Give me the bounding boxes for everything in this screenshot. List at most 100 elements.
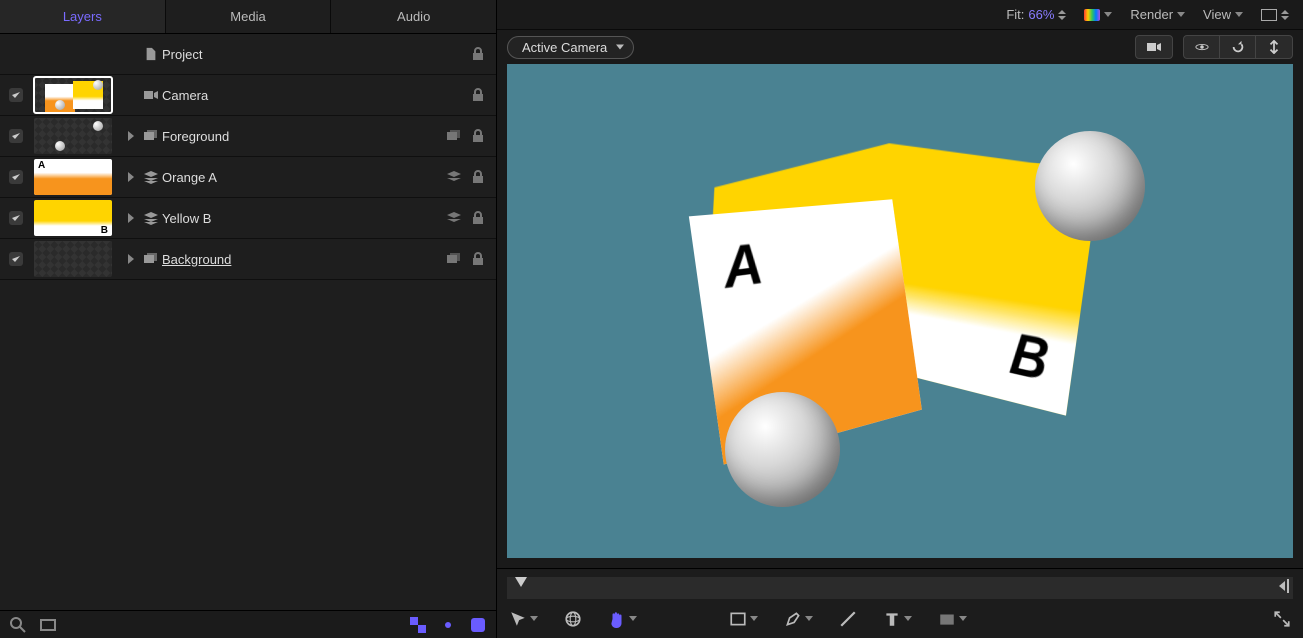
layer-thumbnail[interactable]	[34, 241, 112, 277]
lock-icon[interactable]	[470, 169, 486, 185]
project-icon	[143, 47, 159, 61]
layer-thumbnail[interactable]	[34, 77, 112, 113]
canvas-viewport[interactable]: B A	[507, 64, 1293, 558]
layer-stack-icon	[143, 211, 159, 225]
orbit-button[interactable]	[1184, 36, 1220, 58]
select-tool[interactable]	[509, 610, 538, 628]
layer-row-camera[interactable]: Camera	[0, 75, 496, 116]
layer-label[interactable]: Project	[162, 47, 470, 62]
shape-tool[interactable]	[729, 610, 758, 628]
checker-icon[interactable]	[410, 617, 426, 633]
disclosure-icon[interactable]	[128, 213, 134, 223]
selection-color-menu[interactable]	[1261, 9, 1289, 21]
layer-row-orange-a[interactable]: A Orange A	[0, 157, 496, 198]
view-mode-single	[1135, 35, 1173, 59]
group-icon	[143, 129, 159, 143]
3d-transform-tool[interactable]	[564, 610, 582, 628]
dolly-icon	[1266, 40, 1282, 54]
visibility-checkbox[interactable]	[9, 88, 23, 102]
pass-through-icon[interactable]	[446, 169, 462, 185]
tab-layers[interactable]: Layers	[0, 0, 166, 33]
layer-thumbnail[interactable]	[34, 118, 112, 154]
camera-icon	[143, 88, 159, 102]
pan-tool[interactable]	[608, 610, 637, 628]
expand-icon[interactable]	[1273, 610, 1291, 628]
view-menu[interactable]: View	[1203, 7, 1243, 22]
text-icon	[883, 610, 901, 628]
camera-icon	[1146, 40, 1162, 54]
layer-label[interactable]: Background	[162, 252, 446, 267]
lock-icon[interactable]	[470, 87, 486, 103]
sphere-bottom-left	[725, 392, 840, 507]
zoom-button[interactable]	[1256, 36, 1292, 58]
mask-tool[interactable]	[938, 610, 967, 628]
layer-thumbnail[interactable]: A	[34, 159, 112, 195]
layer-label[interactable]: Camera	[162, 88, 470, 103]
timeline-area	[497, 568, 1303, 638]
lock-icon[interactable]	[470, 251, 486, 267]
visibility-checkbox[interactable]	[9, 129, 23, 143]
layer-row-foreground[interactable]: Foreground	[0, 116, 496, 157]
search-icon[interactable]	[10, 617, 26, 633]
lock-icon[interactable]	[470, 210, 486, 226]
layer-thumbnail[interactable]: B	[34, 200, 112, 236]
fit-label: Fit:	[1006, 7, 1024, 22]
disclosure-icon[interactable]	[128, 254, 134, 264]
layers-footer	[0, 610, 496, 638]
text-tool[interactable]	[883, 610, 912, 628]
layer-row-project[interactable]: Project	[0, 34, 496, 75]
rotate-icon	[1230, 40, 1246, 54]
layer-label[interactable]: Yellow B	[162, 211, 446, 226]
pen-icon	[784, 610, 802, 628]
lock-icon[interactable]	[470, 128, 486, 144]
layers-panel: Layers Media Audio Project	[0, 0, 497, 638]
orbit-icon	[1194, 40, 1210, 54]
sphere-top-right	[1035, 131, 1145, 241]
pen-tool[interactable]	[784, 610, 813, 628]
tab-media[interactable]: Media	[166, 0, 332, 33]
canvas-panel: Fit: 66% Render View Active Camera	[497, 0, 1303, 638]
gear-icon[interactable]	[440, 617, 456, 633]
panel-tab-bar: Layers Media Audio	[0, 0, 496, 34]
mask-icon[interactable]	[470, 617, 486, 633]
layer-label[interactable]: Foreground	[162, 129, 446, 144]
visibility-checkbox[interactable]	[9, 252, 23, 266]
mask-rect-icon	[938, 610, 956, 628]
layer-label[interactable]: Orange A	[162, 170, 446, 185]
lock-icon[interactable]	[470, 46, 486, 62]
render-menu[interactable]: Render	[1130, 7, 1185, 22]
color-channel-menu[interactable]	[1084, 9, 1112, 21]
visibility-checkbox[interactable]	[9, 211, 23, 225]
frame-icon[interactable]	[40, 617, 56, 633]
hand-icon	[608, 610, 626, 628]
disclosure-icon[interactable]	[128, 131, 134, 141]
roll-button[interactable]	[1220, 36, 1256, 58]
camera-button[interactable]	[1136, 36, 1172, 58]
stack-icon[interactable]	[446, 128, 462, 144]
disclosure-icon[interactable]	[128, 172, 134, 182]
stack-icon[interactable]	[446, 251, 462, 267]
playhead-icon[interactable]	[515, 577, 527, 587]
empty-swatch-icon	[1261, 9, 1277, 21]
layer-stack-icon	[143, 170, 159, 184]
rectangle-icon	[729, 610, 747, 628]
layer-row-background[interactable]: Background	[0, 239, 496, 280]
fit-zoom-control[interactable]: Fit: 66%	[1006, 7, 1066, 22]
scene-content: B A	[665, 121, 1135, 501]
canvas-wrap: B A	[497, 64, 1303, 568]
out-point-icon[interactable]	[1283, 579, 1289, 593]
canvas-top-menu: Fit: 66% Render View	[497, 0, 1303, 30]
layer-list: Project Camera	[0, 34, 496, 610]
timeline-ruler[interactable]	[507, 577, 1293, 599]
tab-audio[interactable]: Audio	[331, 0, 496, 33]
pass-through-icon[interactable]	[446, 210, 462, 226]
camera-dropdown[interactable]: Active Camera	[507, 36, 634, 59]
group-icon	[143, 252, 159, 266]
view-mode-group	[1183, 35, 1293, 59]
line-tool[interactable]	[839, 610, 857, 628]
zoom-value: 66%	[1028, 7, 1054, 22]
layer-row-yellow-b[interactable]: B Yellow B	[0, 198, 496, 239]
color-swatch-icon	[1084, 9, 1100, 21]
tool-row	[497, 599, 1303, 638]
visibility-checkbox[interactable]	[9, 170, 23, 184]
